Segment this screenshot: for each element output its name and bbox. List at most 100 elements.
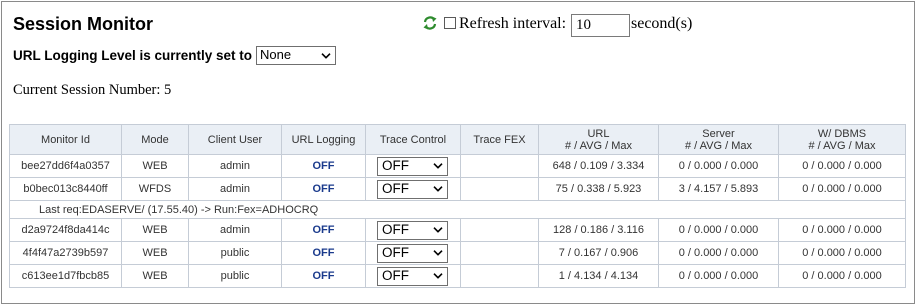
cell-client-user: admin [188, 177, 282, 201]
cell-monitor-id: b0bec013c8440ff [9, 177, 122, 201]
cell-url-stats: 75 / 0.338 / 5.923 [538, 177, 659, 201]
cell-dbms-stats: 0 / 0.000 / 0.000 [778, 218, 906, 242]
chevron-down-icon [433, 227, 443, 233]
col-header-dbms: W/ DBMS # / AVG / Max [778, 124, 906, 155]
col-header-url: URL # / AVG / Max [538, 124, 659, 155]
col-header-trace-control: Trace Control [365, 124, 461, 155]
cell-trace-control: OFF [365, 264, 461, 288]
cell-server-stats: 3 / 4.157 / 5.893 [658, 177, 779, 201]
cell-url-logging: OFF [281, 241, 366, 265]
current-session-number: Current Session Number: 5 [13, 82, 172, 98]
cell-mode: WFDS [121, 177, 189, 201]
col-header-url-sub: # / AVG / Max [564, 139, 633, 152]
trace-control-value: OFF [382, 180, 409, 196]
cell-url-stats: 1 / 4.134 / 4.134 [538, 264, 659, 288]
table-row: d2a9724f8da414c WEB admin OFF OFF 128 / … [9, 218, 906, 242]
cell-url-stats: 648 / 0.109 / 3.334 [538, 154, 659, 178]
table-header-row: Monitor Id Mode Client User URL Logging … [9, 124, 906, 155]
cell-server-stats: 0 / 0.000 / 0.000 [658, 154, 779, 178]
col-header-dbms-title: W/ DBMS [817, 127, 867, 140]
col-header-dbms-sub: # / AVG / Max [808, 139, 876, 152]
last-request-note: Last req:EDASERVE/ (17.55.40) -> Run:Fex… [9, 200, 906, 219]
trace-control-value: OFF [382, 221, 409, 237]
cell-trace-fex [460, 177, 539, 201]
col-header-server-sub: # / AVG / Max [684, 139, 753, 152]
col-header-server-title: Server [702, 127, 735, 140]
cell-mode: WEB [121, 241, 189, 265]
cell-trace-control: OFF [365, 218, 461, 242]
url-logging-level-label: URL Logging Level is currently set to [13, 48, 253, 63]
refresh-interval-input[interactable] [571, 14, 630, 37]
col-header-url-title: URL [587, 127, 610, 140]
session-table: Monitor Id Mode Client User URL Logging … [9, 124, 906, 288]
cell-monitor-id: d2a9724f8da414c [9, 218, 122, 242]
table-row: 4f4f47a2739b597 WEB public OFF OFF 7 / 0… [9, 241, 906, 265]
refresh-icon[interactable] [422, 15, 438, 31]
url-logging-status[interactable]: OFF [313, 224, 335, 236]
col-header-server: Server # / AVG / Max [658, 124, 779, 155]
cell-url-stats: 128 / 0.186 / 3.116 [538, 218, 659, 242]
cell-client-user: admin [188, 218, 282, 242]
table-row: c613ee1d7fbcb85 WEB public OFF OFF 1 / 4… [9, 264, 906, 288]
cell-dbms-stats: 0 / 0.000 / 0.000 [778, 264, 906, 288]
cell-dbms-stats: 0 / 0.000 / 0.000 [778, 177, 906, 201]
url-logging-status[interactable]: OFF [313, 183, 335, 195]
chevron-down-icon [321, 52, 331, 59]
col-header-mode: Mode [121, 124, 189, 155]
cell-client-user: public [188, 241, 282, 265]
trace-control-select[interactable]: OFF [377, 156, 448, 176]
url-logging-level-select[interactable]: None [256, 46, 336, 65]
url-logging-status[interactable]: OFF [313, 270, 335, 282]
refresh-interval-label: Refresh interval: [459, 15, 567, 32]
table-row: bee27dd6f4a0357 WEB admin OFF OFF 648 / … [9, 154, 906, 178]
url-logging-level-value: None [260, 47, 292, 62]
cell-url-stats: 7 / 0.167 / 0.906 [538, 241, 659, 265]
col-header-monitor-id: Monitor Id [9, 124, 122, 155]
cell-client-user: public [188, 264, 282, 288]
cell-trace-control: OFF [365, 154, 461, 178]
cell-client-user: admin [188, 154, 282, 178]
col-header-client-user: Client User [188, 124, 282, 155]
cell-mode: WEB [121, 264, 189, 288]
page-title: Session Monitor [13, 14, 154, 34]
cell-server-stats: 0 / 0.000 / 0.000 [658, 241, 779, 265]
cell-dbms-stats: 0 / 0.000 / 0.000 [778, 154, 906, 178]
cell-trace-fex [460, 264, 539, 288]
cell-mode: WEB [121, 154, 189, 178]
refresh-interval-unit: second(s) [631, 15, 693, 32]
col-header-trace-fex: Trace FEX [460, 124, 539, 155]
cell-trace-fex [460, 154, 539, 178]
cell-monitor-id: c613ee1d7fbcb85 [9, 264, 122, 288]
trace-control-select[interactable]: OFF [377, 243, 448, 263]
cell-dbms-stats: 0 / 0.000 / 0.000 [778, 241, 906, 265]
last-request-row: Last req:EDASERVE/ (17.55.40) -> Run:Fex… [9, 200, 906, 219]
url-logging-status[interactable]: OFF [313, 247, 335, 259]
trace-control-select[interactable]: OFF [377, 220, 448, 240]
table-row: b0bec013c8440ff WFDS admin OFF OFF 75 / … [9, 177, 906, 201]
chevron-down-icon [433, 186, 443, 192]
col-header-url-logging: URL Logging [281, 124, 366, 155]
trace-control-select[interactable]: OFF [377, 266, 448, 286]
trace-control-value: OFF [382, 244, 409, 260]
cell-url-logging: OFF [281, 264, 366, 288]
trace-control-value: OFF [382, 267, 409, 283]
chevron-down-icon [433, 250, 443, 256]
cell-trace-fex [460, 218, 539, 242]
trace-control-value: OFF [382, 157, 409, 173]
cell-trace-fex [460, 241, 539, 265]
cell-server-stats: 0 / 0.000 / 0.000 [658, 264, 779, 288]
cell-trace-control: OFF [365, 241, 461, 265]
url-logging-status[interactable]: OFF [313, 160, 335, 172]
cell-trace-control: OFF [365, 177, 461, 201]
cell-url-logging: OFF [281, 154, 366, 178]
cell-monitor-id: 4f4f47a2739b597 [9, 241, 122, 265]
cell-url-logging: OFF [281, 177, 366, 201]
cell-monitor-id: bee27dd6f4a0357 [9, 154, 122, 178]
cell-url-logging: OFF [281, 218, 366, 242]
chevron-down-icon [433, 163, 443, 169]
refresh-checkbox[interactable] [444, 17, 456, 29]
trace-control-select[interactable]: OFF [377, 179, 448, 199]
cell-mode: WEB [121, 218, 189, 242]
chevron-down-icon [433, 273, 443, 279]
cell-server-stats: 0 / 0.000 / 0.000 [658, 218, 779, 242]
